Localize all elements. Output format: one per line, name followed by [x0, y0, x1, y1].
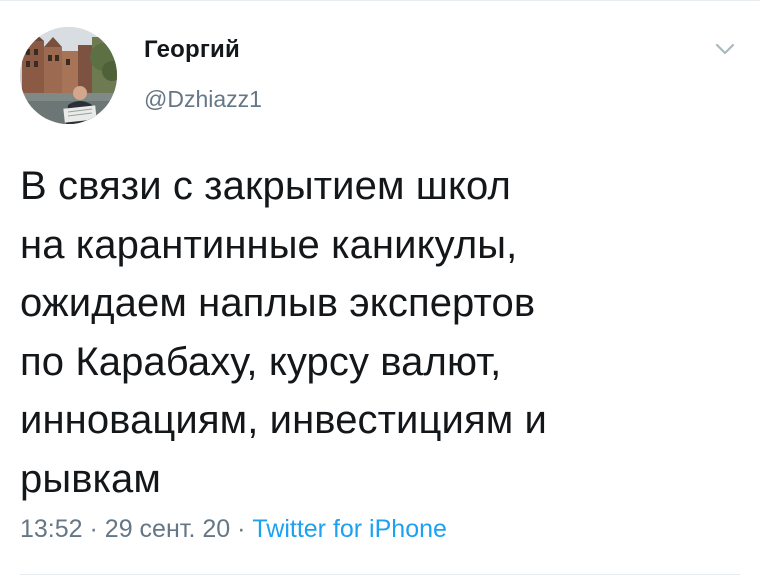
bottom-divider	[20, 574, 740, 575]
avatar[interactable]	[20, 27, 117, 124]
chevron-down-icon[interactable]	[714, 42, 736, 56]
tweet-source-link[interactable]: Twitter for iPhone	[252, 515, 447, 543]
tweet-metadata: 13:52 · 29 сент. 20 · Twitter for iPhone	[20, 512, 447, 546]
top-divider	[0, 0, 760, 1]
meta-separator: ·	[237, 515, 246, 543]
meta-separator: ·	[89, 515, 98, 543]
avatar-photo	[20, 27, 117, 124]
tweet-text: В связи с закрытием школ на карантинные …	[20, 164, 547, 501]
tweet-card: Георгий @Dzhiazz1 В связи с закрытием шк…	[0, 0, 760, 580]
tweet-time[interactable]: 13:52	[20, 515, 83, 543]
author-display-name[interactable]: Георгий	[144, 34, 240, 66]
author-handle[interactable]: @Dzhiazz1	[144, 84, 262, 114]
tweet-date[interactable]: 29 сент. 20	[105, 515, 230, 543]
